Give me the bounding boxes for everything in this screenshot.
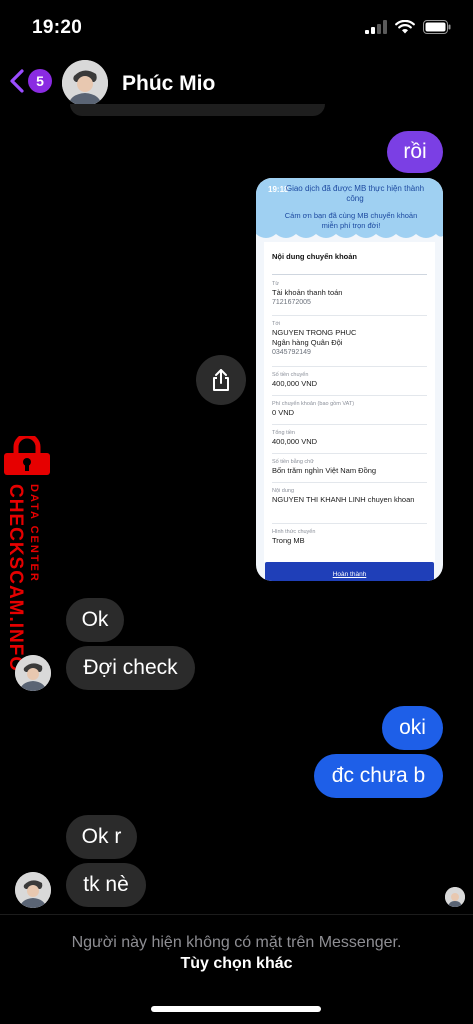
message-bubble-outgoing[interactable]: đc chưa b: [314, 754, 443, 798]
status-bar: 19:20: [0, 0, 473, 56]
seen-receipt-avatar: [445, 887, 465, 907]
receipt-value: Trong MB: [272, 536, 305, 545]
receipt-banner: 19:18 Giao dịch đã được MB thực hiện thà…: [256, 178, 443, 242]
divider: [272, 424, 427, 425]
divider: [272, 523, 427, 524]
receipt-row-to: Tới NGUYEN TRONG PHUC Ngân hàng Quân Đội…: [272, 320, 427, 358]
avatar-photo-icon: [62, 60, 108, 106]
share-button[interactable]: [196, 355, 246, 405]
divider: [272, 482, 427, 483]
receipt-done-label: Hoàn thành: [332, 571, 367, 578]
receipt-done-button: Hoàn thành: [265, 562, 434, 581]
share-icon: [213, 369, 229, 391]
receipt-value: 400,000 VND: [272, 379, 318, 388]
divider: [272, 395, 427, 396]
receipt-label: Từ: [272, 281, 280, 287]
back-button[interactable]: 5: [8, 68, 52, 94]
receipt-label: Hình thức chuyển: [272, 529, 316, 535]
receipt-label: Phí chuyển khoản (bao gồm VAT): [272, 401, 355, 407]
status-icons: [365, 20, 451, 34]
divider: [272, 366, 427, 367]
message-bubble-incoming[interactable]: tk nè: [66, 863, 146, 907]
receipt-value: NGUYEN THI KHANH LINH chuyen khoan: [272, 495, 415, 504]
receipt-subvalue: 7121672005: [272, 299, 311, 306]
watermark-line-2: CHECKSCAM.INFO: [5, 484, 26, 673]
offline-notice: Người này hiện không có mặt trên Messeng…: [71, 934, 402, 951]
message-bubble-incoming[interactable]: Ok r: [66, 815, 137, 859]
receipt-row-method: Hình thức chuyển Trong MB: [272, 528, 427, 546]
unread-count-badge: 5: [28, 69, 52, 93]
avatar-photo-icon: [15, 872, 51, 908]
watermark-line-1: DATA CENTER: [28, 484, 40, 583]
receipt-card: Nội dung chuyển khoản Từ Tài khoản thanh…: [264, 242, 435, 562]
sender-avatar[interactable]: [15, 872, 51, 908]
contact-avatar[interactable]: [62, 60, 108, 106]
receipt-row-total: Tổng tiền 400,000 VND: [272, 429, 427, 447]
message-bubble-incoming[interactable]: Đợi check: [66, 646, 195, 690]
receipt-value: 400,000 VND: [272, 437, 318, 446]
wifi-icon: [395, 20, 415, 34]
padlock-icon: [4, 436, 50, 475]
avatar-photo-icon: [15, 655, 51, 691]
divider: [272, 274, 427, 275]
receipt-thanks: Cám ơn bạn đã cùng MB chuyển khoản miễn …: [284, 211, 418, 230]
receipt-row-amount: Số tiền chuyển 400,000 VND: [272, 371, 427, 389]
receipt-value: Bốn trăm nghìn Việt Nam Đồng: [272, 466, 377, 475]
receipt-subvalue: 0345792149: [272, 349, 311, 356]
message-bubble-incoming[interactable]: Ok: [66, 598, 124, 642]
receipt-title: Giao dịch đã được MB thực hiện thành côn…: [285, 184, 425, 203]
sender-avatar[interactable]: [15, 655, 51, 691]
receipt-row-content: Nội dung NGUYEN THI KHANH LINH chuyen kh…: [272, 487, 427, 505]
more-options-link[interactable]: Tùy chọn khác: [0, 955, 473, 973]
receipt-label: Số tiền chuyển: [272, 372, 309, 378]
receipt-row-fee: Phí chuyển khoản (bao gồm VAT) 0 VND: [272, 400, 427, 418]
battery-icon: [423, 20, 451, 34]
divider: [272, 453, 427, 454]
status-time: 19:20: [32, 17, 83, 38]
receipt-row-words: Số tiền bằng chữ Bốn trăm nghìn Việt Nam…: [272, 458, 427, 476]
shared-image-receipt[interactable]: 19:18 Giao dịch đã được MB thực hiện thà…: [256, 178, 443, 581]
contact-name[interactable]: Phúc Mio: [122, 72, 215, 96]
receipt-value: 0 VND: [272, 408, 295, 417]
receipt-label: Nội dung: [272, 488, 295, 494]
receipt-label: Số tiền bằng chữ: [272, 459, 314, 465]
previous-message-edge: [70, 104, 325, 116]
receipt-label: Tổng tiền: [272, 430, 295, 436]
signal-icon: [365, 20, 387, 34]
receipt-value: Ngân hàng Quân Đội: [272, 338, 343, 347]
divider: [272, 315, 427, 316]
avatar-photo-icon: [445, 887, 465, 907]
receipt-label: Tới: [272, 321, 281, 327]
home-indicator[interactable]: [151, 1006, 321, 1012]
message-bubble-outgoing[interactable]: rồi: [387, 131, 443, 173]
receipt-value: Tài khoản thanh toán: [272, 288, 343, 297]
message-bubble-outgoing[interactable]: oki: [382, 706, 443, 750]
receipt-heading: Nội dung chuyển khoản: [272, 252, 358, 261]
receipt-value: NGUYEN TRONG PHUC: [272, 328, 357, 337]
back-chevron-icon: [10, 69, 24, 93]
receipt-row-from: Từ Tài khoản thanh toán 7121672005: [272, 280, 427, 308]
